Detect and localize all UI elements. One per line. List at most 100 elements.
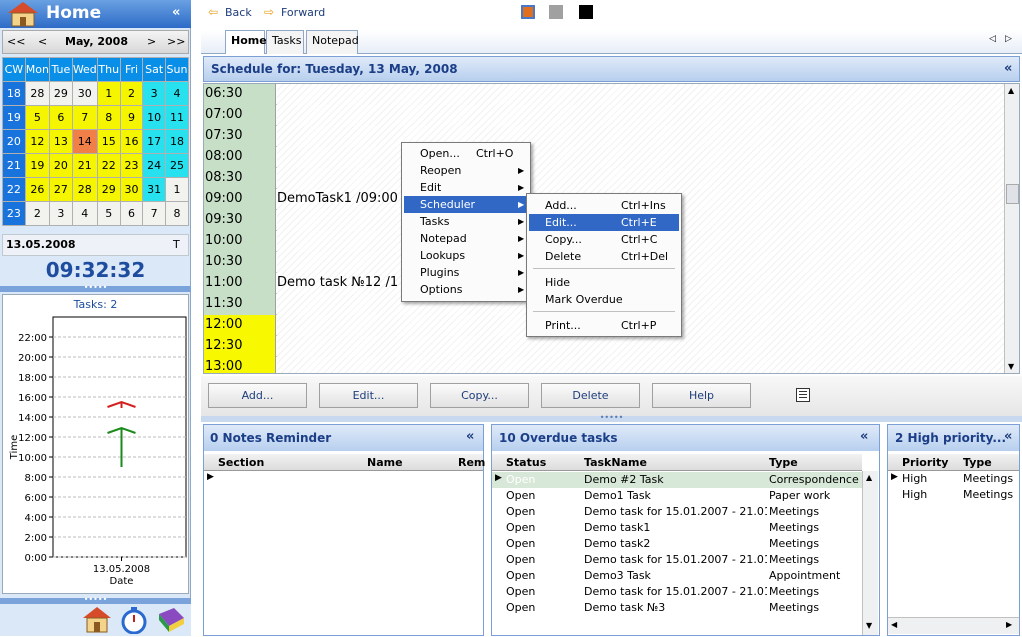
slot-area[interactable] [277, 126, 1004, 147]
col-type[interactable]: Type [963, 456, 992, 469]
priority-collapse-button[interactable]: « [1004, 429, 1012, 444]
cal-day[interactable]: 6 [119, 201, 144, 226]
table-row[interactable]: Open Demo task for 15.01.2007 - 21.01.200… [492, 552, 862, 568]
delete-button[interactable]: Delete [541, 383, 640, 408]
menu-item-tasks[interactable]: Tasks ▶ [404, 213, 528, 230]
cal-day[interactable]: 13 [49, 129, 73, 154]
notebook-icon[interactable] [156, 606, 186, 637]
table-row[interactable]: High Meetings [888, 487, 1019, 503]
tab-home[interactable]: Home [225, 30, 267, 54]
stopwatch-icon[interactable] [120, 606, 148, 637]
schedule-slot[interactable]: 08:30 [204, 168, 1004, 189]
prev-month-button[interactable]: < [38, 35, 47, 48]
table-row[interactable]: Open Demo task1 Meetings [492, 520, 862, 536]
cal-day[interactable]: 3 [49, 201, 73, 226]
cal-day[interactable]: 29 [96, 177, 121, 202]
cal-day[interactable]: 12 [24, 129, 51, 154]
forward-button[interactable]: Forward [281, 6, 325, 19]
cal-day[interactable]: 31 [142, 177, 167, 202]
cal-day[interactable]: 30 [71, 81, 98, 106]
tab-tasks[interactable]: Tasks [266, 30, 304, 54]
submenu-item-markoverdue[interactable]: Mark Overdue [529, 291, 679, 308]
copy-button[interactable]: Copy... [430, 383, 529, 408]
cal-day[interactable]: 25 [165, 153, 189, 178]
tab-prev-icon[interactable]: ◁ [989, 34, 996, 44]
submenu-item-delete[interactable]: Delete Ctrl+Del [529, 248, 679, 265]
scroll-down-icon[interactable]: ▼ [1008, 362, 1014, 371]
today-button[interactable]: T [173, 238, 180, 251]
table-row[interactable]: Open Demo task for 15.01.2007 - 21.01.200… [492, 584, 862, 600]
menu-item-open[interactable]: Open... Ctrl+O [404, 145, 528, 162]
cal-day[interactable]: 21 [71, 153, 98, 178]
cal-day[interactable]: 5 [96, 201, 121, 226]
cal-day[interactable]: 16 [119, 129, 144, 154]
cal-day[interactable]: 8 [96, 105, 121, 130]
cal-day[interactable]: 9 [119, 105, 144, 130]
cal-day[interactable]: 5 [24, 105, 51, 130]
theme-gray-swatch[interactable] [549, 5, 563, 19]
schedule-collapse-button[interactable]: « [1004, 61, 1012, 76]
cal-day[interactable]: 28 [71, 177, 98, 202]
col-reminder[interactable]: Rem [458, 456, 485, 469]
cal-day[interactable]: 15 [96, 129, 121, 154]
cal-day[interactable]: 1 [96, 81, 121, 106]
cal-day[interactable]: 28 [24, 81, 51, 106]
next-month-button[interactable]: > [147, 35, 156, 48]
schedule-scrollbar[interactable]: ▲ ▼ [1004, 84, 1019, 373]
cal-day[interactable]: 19 [24, 153, 51, 178]
cal-day[interactable]: 29 [49, 81, 73, 106]
cal-day[interactable]: 27 [49, 177, 73, 202]
table-row[interactable]: Open Demo task №3 Meetings [492, 600, 862, 616]
scroll-down-icon[interactable]: ▼ [866, 621, 872, 630]
col-status[interactable]: Status [506, 456, 546, 469]
print-icon[interactable] [796, 388, 810, 402]
cal-day[interactable]: 26 [24, 177, 51, 202]
table-row[interactable]: Open Demo #2 Task Correspondence ▶ [492, 472, 862, 488]
cal-day[interactable]: 4 [165, 81, 189, 106]
table-row[interactable]: Open Demo task2 Meetings [492, 536, 862, 552]
menu-item-reopen[interactable]: Reopen ▶ [404, 162, 528, 179]
home-shortcut-icon[interactable] [82, 606, 112, 637]
cal-day[interactable]: 11 [165, 105, 189, 130]
tab-next-icon[interactable]: ▷ [1005, 34, 1012, 44]
collapse-left-button[interactable]: « [172, 5, 180, 20]
next-year-button[interactable]: >> [167, 35, 185, 48]
slot-area[interactable] [277, 168, 1004, 189]
table-row[interactable]: High Meetings ▶ [888, 471, 1019, 487]
schedule-slot[interactable]: 06:30 [204, 84, 1004, 105]
help-button[interactable]: Help [652, 383, 751, 408]
cal-day[interactable]: 1 [165, 177, 189, 202]
cal-day[interactable]: 7 [71, 105, 98, 130]
back-button[interactable]: Back [225, 6, 252, 19]
submenu-item-hide[interactable]: Hide [529, 274, 679, 291]
table-row[interactable]: Open Demo task for 15.01.2007 - 21.01.200… [492, 504, 862, 520]
cal-day[interactable]: 24 [142, 153, 167, 178]
menu-item-lookups[interactable]: Lookups ▶ [404, 247, 528, 264]
col-taskname[interactable]: TaskName [584, 456, 647, 469]
slot-area[interactable] [277, 105, 1004, 126]
menu-item-plugins[interactable]: Plugins ▶ [404, 264, 528, 281]
scroll-right-icon[interactable]: ▶ [1006, 620, 1012, 629]
submenu-item-add[interactable]: Add... Ctrl+Ins [529, 197, 679, 214]
menu-item-notepad[interactable]: Notepad ▶ [404, 230, 528, 247]
cal-day[interactable]: 3 [142, 81, 167, 106]
col-name[interactable]: Name [367, 456, 403, 469]
overdue-collapse-button[interactable]: « [860, 429, 868, 444]
add-button[interactable]: Add... [208, 383, 307, 408]
slot-area[interactable] [277, 357, 1004, 373]
schedule-slot[interactable]: 13:00 [204, 357, 1004, 373]
menu-item-edit[interactable]: Edit ▶ [404, 179, 528, 196]
theme-orange-swatch[interactable] [521, 5, 535, 19]
col-section[interactable]: Section [218, 456, 264, 469]
scroll-up-icon[interactable]: ▲ [1008, 86, 1014, 95]
scheduled-task[interactable]: Demo task №12 /1 [277, 275, 398, 290]
cal-day[interactable]: 2 [24, 201, 51, 226]
schedule-slot[interactable]: 12:30 [204, 336, 1004, 357]
cal-day[interactable]: 7 [142, 201, 167, 226]
scheduled-task[interactable]: DemoTask1 /09:00 [277, 191, 398, 206]
col-priority[interactable]: Priority [902, 456, 948, 469]
cal-day[interactable]: 17 [142, 129, 167, 154]
scroll-thumb[interactable] [1006, 184, 1019, 204]
scroll-up-icon[interactable]: ▲ [866, 473, 872, 482]
cal-day[interactable]: 22 [96, 153, 121, 178]
